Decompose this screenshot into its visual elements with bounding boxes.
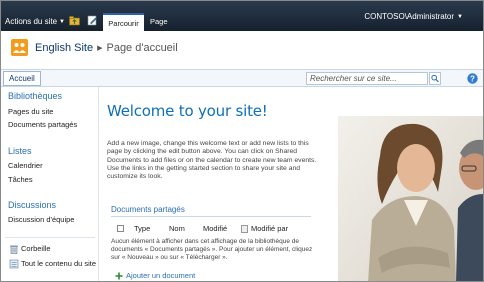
site-actions-label: Actions du site bbox=[5, 17, 58, 26]
site-logo-icon[interactable] bbox=[11, 39, 28, 56]
ribbon-bar: Actions du site ▼ Parcourir Page CONTOSO… bbox=[1, 1, 483, 31]
page-title: Page d'accueil bbox=[106, 42, 178, 54]
column-header-type[interactable]: Type bbox=[134, 224, 150, 233]
nav-item-calendar[interactable]: Calendrier bbox=[8, 161, 43, 170]
tab-browse-label: Parcourir bbox=[108, 18, 139, 28]
nav-item-team-discussion[interactable]: Discussion d'équipe bbox=[8, 215, 74, 224]
recycle-bin-link[interactable]: Corbeille bbox=[21, 244, 51, 253]
chevron-down-icon: ▼ bbox=[59, 18, 65, 25]
nav-item-site-pages[interactable]: Pages du site bbox=[8, 107, 53, 116]
navigate-up-icon[interactable] bbox=[69, 15, 80, 26]
tab-page[interactable]: Page bbox=[150, 17, 168, 26]
welcome-photo bbox=[338, 108, 483, 281]
column-header-name[interactable]: Nom bbox=[169, 224, 185, 233]
user-menu[interactable]: CONTOSO\Administrator ▼ bbox=[364, 12, 463, 21]
tab-browse[interactable]: Parcourir bbox=[103, 13, 144, 31]
nav-item-shared-documents[interactable]: Documents partagés bbox=[8, 120, 77, 129]
title-area: English Site ▶ Page d'accueil bbox=[1, 31, 483, 69]
nav-home-tab[interactable]: Accueil bbox=[3, 71, 41, 86]
chevron-down-icon: ▼ bbox=[457, 13, 463, 20]
empty-library-message: Aucun élément à afficher dans cet affich… bbox=[111, 238, 313, 261]
nav-home-label: Accueil bbox=[9, 74, 35, 83]
welcome-text: Add a new image, change this welcome tex… bbox=[107, 140, 317, 181]
add-document-label: Ajouter un document bbox=[126, 271, 196, 280]
add-document-button[interactable]: Ajouter un document bbox=[115, 271, 195, 280]
top-navigation-bar: Accueil Rechercher sur ce site... ? bbox=[1, 69, 483, 87]
all-content-link[interactable]: Tout le contenu du site bbox=[21, 259, 97, 268]
column-header-modified[interactable]: Modifié bbox=[203, 224, 227, 233]
breadcrumb: English Site ▶ Page d'accueil bbox=[35, 42, 178, 54]
search-placeholder: Rechercher sur ce site... bbox=[310, 74, 397, 83]
nav-item-tasks[interactable]: Tâches bbox=[8, 175, 33, 184]
user-name: CONTOSO\Administrator bbox=[364, 12, 455, 21]
edit-page-icon[interactable] bbox=[87, 15, 98, 26]
recycle-bin-icon[interactable] bbox=[9, 244, 19, 254]
main-content: Welcome to your site! Add a new image, c… bbox=[99, 87, 339, 281]
svg-text:?: ? bbox=[470, 74, 475, 83]
webpart-divider bbox=[111, 216, 311, 217]
nav-divider bbox=[5, 237, 95, 238]
nav-heading-discussions[interactable]: Discussions bbox=[8, 200, 56, 210]
column-header-modified-by[interactable]: Modifié par bbox=[251, 224, 288, 233]
search-icon[interactable] bbox=[429, 72, 441, 85]
nav-heading-libraries[interactable]: Bibliothèques bbox=[8, 91, 62, 101]
welcome-heading: Welcome to your site! bbox=[107, 102, 268, 120]
all-content-icon[interactable] bbox=[9, 259, 19, 269]
select-all-checkbox[interactable] bbox=[117, 225, 124, 232]
browser-frame: Actions du site ▼ Parcourir Page CONTOSO… bbox=[0, 0, 484, 282]
shared-documents-title[interactable]: Documents partagés bbox=[111, 205, 185, 214]
quick-launch: Bibliothèques Pages du site Documents pa… bbox=[1, 87, 99, 281]
help-icon[interactable]: ? bbox=[467, 73, 478, 84]
site-title-link[interactable]: English Site bbox=[35, 42, 93, 54]
breadcrumb-arrow-icon: ▶ bbox=[97, 45, 103, 52]
site-actions-menu[interactable]: Actions du site ▼ bbox=[5, 17, 65, 26]
nav-heading-lists[interactable]: Listes bbox=[8, 146, 32, 156]
add-icon bbox=[115, 272, 123, 279]
search-input[interactable]: Rechercher sur ce site... bbox=[306, 72, 428, 85]
column-filter-icon bbox=[241, 225, 248, 233]
